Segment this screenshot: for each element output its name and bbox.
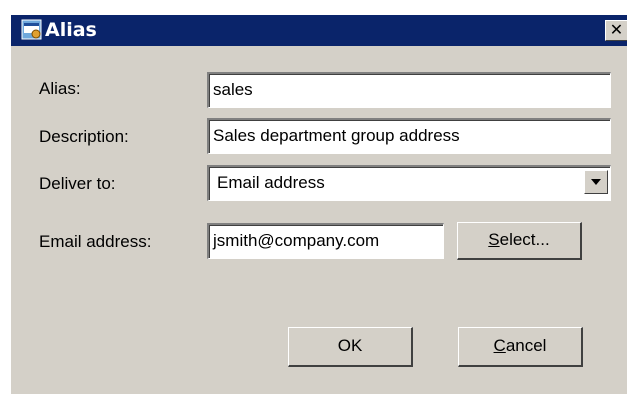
cancel-button[interactable]: Cancel [458,327,583,367]
chevron-down-icon[interactable] [584,170,608,194]
alias-window-icon [21,19,42,40]
deliver-to-value: Email address [217,173,325,192]
title-bar[interactable]: Alias ✕ [11,15,627,46]
email-address-label: Email address: [39,232,152,251]
window-title: Alias [45,19,97,41]
alias-input[interactable]: sales [207,72,611,108]
select-button-label: Select... [488,230,550,249]
close-button[interactable]: ✕ [605,20,627,41]
description-label: Description: [39,127,129,146]
ok-button[interactable]: OK [288,327,413,367]
alias-dialog: Alias ✕ Alias: sales Description: Sales … [10,15,627,394]
email-address-input[interactable]: jsmith@company.com [207,223,444,259]
alias-label: Alias: [39,79,81,98]
close-icon: ✕ [609,20,624,39]
description-input[interactable]: Sales department group address [207,118,611,154]
deliver-to-label: Deliver to: [39,174,116,193]
select-button[interactable]: Select... [457,222,582,260]
deliver-to-select[interactable]: Email address [207,165,611,201]
cancel-button-label: Cancel [493,336,547,355]
